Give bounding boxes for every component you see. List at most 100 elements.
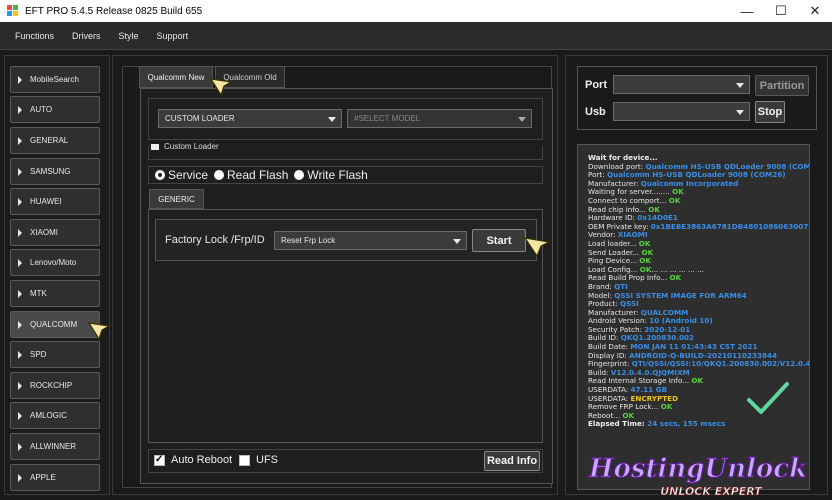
model-dropdown[interactable]: #SELECT MODEL: [347, 109, 532, 128]
sidebar-item[interactable]: MobileSearch: [10, 66, 100, 93]
sidebar-item[interactable]: GENERAL: [10, 127, 100, 154]
log-segment: Elapsed Time:: [588, 419, 648, 429]
sidebar-item[interactable]: ROCKCHIP: [10, 372, 100, 399]
frp-label: Factory Lock /Frp/ID: [165, 234, 265, 246]
log-line: Elapsed Time: 24 secs, 155 msecs: [588, 420, 809, 429]
chevron-down-icon: [736, 110, 744, 115]
ufs-checkbox[interactable]: [239, 455, 250, 466]
partition-button[interactable]: Partition: [755, 75, 809, 96]
pointer-arrow-icon: [87, 322, 111, 341]
tab-generic[interactable]: GENERIC: [149, 189, 204, 209]
pointer-arrow-icon: [523, 237, 551, 258]
menu-drivers[interactable]: Drivers: [63, 31, 110, 41]
pointer-arrow-icon: [209, 78, 233, 97]
sidebar-item-label: MobileSearch: [30, 75, 79, 84]
custom-loader-label: Custom Loader: [164, 142, 219, 151]
log-segment: 24 secs, 155 msecs: [647, 419, 726, 429]
ufs-label[interactable]: UFS: [256, 454, 278, 466]
frp-operation-dropdown[interactable]: Reset Frp Lock: [274, 231, 467, 250]
mode-selector: Service Read Flash Write Flash: [148, 166, 543, 184]
frp-operation-value: Reset Frp Lock: [281, 236, 336, 245]
start-button[interactable]: Start: [472, 229, 526, 252]
menu-style[interactable]: Style: [110, 31, 148, 41]
chevron-right-icon: [18, 228, 22, 237]
chevron-right-icon: [18, 136, 22, 145]
sidebar-item-label: QUALCOMM: [30, 320, 78, 329]
sidebar-item-label: HUAWEI: [30, 197, 62, 206]
sidebar-item[interactable]: MTK: [10, 280, 100, 307]
sidebar-item[interactable]: SPD: [10, 341, 100, 368]
stop-button[interactable]: Stop: [755, 101, 785, 123]
menu-bar: Functions Drivers Style Support: [0, 22, 832, 50]
svg-text:HostingUnlock: HostingUnlock: [588, 454, 807, 484]
window-title: EFT PRO 5.4.5 Release 0825 Build 655: [25, 5, 203, 17]
loader-dropdown-value: CUSTOM LOADER: [165, 114, 235, 123]
close-button[interactable]: ✕: [798, 0, 832, 22]
log-segment: OK: [669, 273, 682, 283]
checkmark-icon: [747, 382, 789, 414]
model-dropdown-value: #SELECT MODEL: [354, 114, 421, 123]
sidebar-item[interactable]: HUAWEI: [10, 188, 100, 215]
chevron-right-icon: [18, 197, 22, 206]
sidebar-item-label: SAMSUNG: [30, 167, 71, 176]
chevron-down-icon: [328, 117, 336, 122]
sidebar-item-label: AUTO: [30, 105, 53, 114]
log-segment: OK: [691, 376, 704, 386]
port-dropdown[interactable]: [613, 75, 750, 94]
app-logo-icon: [7, 5, 19, 17]
custom-loader-option[interactable]: Custom Loader: [151, 142, 219, 151]
write-flash-radio[interactable]: [294, 170, 305, 180]
chevron-right-icon: [18, 258, 22, 267]
chevron-right-icon: [18, 320, 22, 329]
chevron-right-icon: [18, 105, 22, 114]
custom-loader-checkbox[interactable]: [151, 143, 159, 150]
sidebar-item-label: AMLOGIC: [30, 411, 67, 420]
sidebar-item[interactable]: XIAOMI: [10, 219, 100, 246]
chevron-right-icon: [18, 75, 22, 84]
service-label[interactable]: Service: [168, 168, 208, 182]
tab-qualcomm-new[interactable]: Qualcomm New: [139, 66, 213, 88]
chevron-down-icon: [736, 83, 744, 88]
read-info-button[interactable]: Read Info: [484, 451, 540, 471]
chevron-down-icon: [453, 239, 461, 244]
minimize-button[interactable]: —: [730, 0, 764, 22]
sidebar-item[interactable]: Lenovo/Moto: [10, 249, 100, 276]
write-flash-label[interactable]: Write Flash: [307, 168, 367, 182]
loader-dropdown[interactable]: CUSTOM LOADER: [158, 109, 342, 128]
svg-text:UNLOCK EXPERT: UNLOCK EXPERT: [660, 485, 763, 498]
log-output: Wait for device... Download port: Qualcom…: [577, 144, 810, 490]
chevron-right-icon: [18, 167, 22, 176]
chevron-right-icon: [18, 289, 22, 298]
service-radio[interactable]: [155, 170, 165, 180]
sidebar-item[interactable]: SAMSUNG: [10, 158, 100, 185]
auto-reboot-checkbox[interactable]: [154, 454, 165, 466]
auto-reboot-label[interactable]: Auto Reboot: [171, 454, 232, 466]
chevron-down-icon: [518, 117, 526, 122]
sidebar-item-label: XIAOMI: [30, 228, 59, 237]
menu-support[interactable]: Support: [148, 31, 198, 41]
sidebar-item-label: SPD: [30, 350, 47, 359]
sidebar-item[interactable]: ALLWINNER: [10, 433, 100, 460]
sidebar-item-label: ROCKCHIP: [30, 381, 73, 390]
chevron-right-icon: [18, 411, 22, 420]
sidebar-item-label: Lenovo/Moto: [30, 258, 77, 267]
chevron-right-icon: [18, 473, 22, 482]
read-flash-label[interactable]: Read Flash: [227, 168, 288, 182]
sidebar-item-label: APPLE: [30, 473, 56, 482]
sidebar-item[interactable]: APPLE: [10, 464, 100, 491]
usb-dropdown[interactable]: [613, 102, 750, 121]
chevron-right-icon: [18, 381, 22, 390]
sidebar-item-label: GENERAL: [30, 136, 69, 145]
log-segment: OK: [660, 402, 673, 412]
sidebar-item-label: MTK: [30, 289, 47, 298]
title-bar: EFT PRO 5.4.5 Release 0825 Build 655 — ☐…: [0, 0, 832, 22]
sidebar-item[interactable]: AUTO: [10, 96, 100, 123]
maximize-button[interactable]: ☐: [764, 0, 798, 22]
hostingunlock-watermark-logo: HostingUnlock UNLOCK EXPERT: [587, 453, 807, 498]
sidebar-item-label: ALLWINNER: [30, 442, 77, 451]
chevron-right-icon: [18, 350, 22, 359]
read-flash-radio[interactable]: [214, 170, 225, 180]
menu-functions[interactable]: Functions: [0, 31, 63, 41]
port-label: Port: [585, 79, 607, 91]
sidebar-item[interactable]: AMLOGIC: [10, 402, 100, 429]
